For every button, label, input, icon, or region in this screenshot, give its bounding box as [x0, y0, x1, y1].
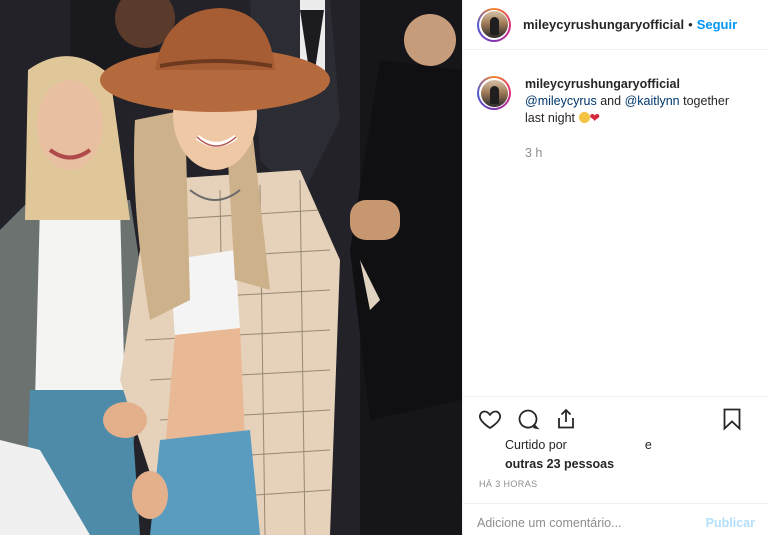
post-sidebar: mileycyrushungaryofficial • Seguir miley… — [462, 0, 768, 535]
heart-emoji-icon: ❤ — [589, 111, 600, 125]
avatar-image — [480, 11, 508, 38]
heart-icon[interactable] — [477, 406, 503, 432]
comment-icon[interactable] — [515, 406, 541, 432]
caption-avatar-ring — [479, 78, 509, 108]
caption: mileycyrushungaryofficial @mileycyrus an… — [477, 76, 757, 127]
caption-text-2: last night — [525, 111, 576, 125]
photo-illustration — [0, 0, 462, 535]
mention-kaitlynn[interactable]: @kaitlynn — [625, 94, 680, 108]
caption-username[interactable]: mileycyrushungaryofficial — [525, 76, 729, 93]
likes-prefix: Curtido por — [505, 438, 567, 452]
avatar-ring — [479, 9, 509, 40]
share-icon[interactable] — [553, 406, 579, 432]
caption-time[interactable]: 3 h — [525, 146, 542, 160]
posted-time[interactable]: HÁ 3 HORAS — [479, 479, 538, 489]
caption-text-1: together — [683, 94, 729, 108]
smile-emoji-icon — [578, 112, 590, 123]
mention-mileycyrus[interactable]: @mileycyrus — [525, 94, 597, 108]
caption-body: mileycyrushungaryofficial @mileycyrus an… — [525, 76, 729, 127]
likes-summary: Curtido por e outras 23 pessoas — [505, 436, 652, 474]
caption-connector: and — [600, 94, 622, 108]
follow-button[interactable]: Seguir — [697, 17, 737, 32]
header-username[interactable]: mileycyrushungaryofficial — [523, 17, 684, 32]
caption-avatar[interactable] — [477, 76, 511, 110]
action-bar — [463, 396, 768, 440]
publish-button[interactable]: Publicar — [706, 510, 755, 530]
caption-avatar-image — [480, 79, 508, 107]
bookmark-icon[interactable] — [719, 406, 745, 432]
post-header: mileycyrushungaryofficial • Seguir — [463, 0, 768, 50]
comment-bar: Publicar — [463, 503, 768, 535]
post-photo[interactable] — [0, 0, 462, 535]
header-separator: • — [688, 17, 693, 32]
likes-conjunction: e — [644, 438, 652, 452]
comment-input[interactable] — [477, 509, 706, 530]
avatar[interactable] — [477, 7, 511, 42]
likes-others-link[interactable]: outras 23 pessoas — [505, 455, 652, 474]
